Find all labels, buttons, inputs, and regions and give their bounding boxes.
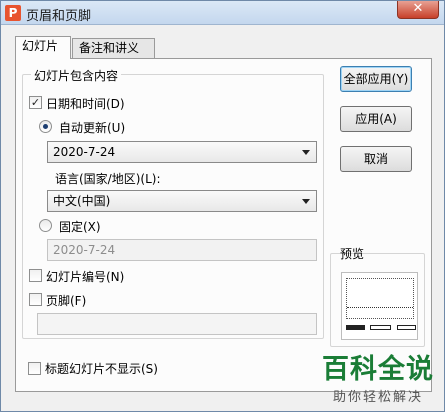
group-legend: 幻灯片包含内容 (31, 67, 122, 84)
language-value: 中文(中国) (53, 194, 111, 208)
cancel-button[interactable]: 取消 (340, 146, 412, 172)
fixed-radio[interactable] (39, 219, 52, 232)
preview-date-placeholder (346, 325, 365, 330)
footer-text-input (37, 313, 317, 335)
auto-update-date-select[interactable]: 2020-7-24 (47, 141, 317, 163)
radio-selected-dot (43, 124, 48, 129)
preview-divider (347, 307, 413, 308)
auto-update-radio[interactable] (39, 120, 52, 133)
tab-panel: 幻灯片包含内容 ✓ 日期和时间(D) 自动更新(U) 2020-7-24 语言(… (15, 58, 432, 392)
window-title: 页眉和页脚 (26, 9, 92, 24)
footer-checkbox[interactable] (29, 293, 42, 306)
slide-number-label: 幻灯片编号(N) (46, 270, 125, 284)
tab-slide[interactable]: 幻灯片 (15, 36, 71, 59)
preview-slide-thumbnail (341, 272, 418, 340)
fixed-date-field: 2020-7-24 (47, 239, 317, 261)
dont-show-on-title-label: 标题幻灯片不显示(S) (45, 362, 158, 376)
preview-label: 预览 (340, 247, 365, 261)
tab-notes-handouts[interactable]: 备注和讲义 (72, 38, 155, 58)
preview-footer-placeholder (370, 325, 391, 330)
slide-contents-group: 幻灯片包含内容 ✓ 日期和时间(D) 自动更新(U) 2020-7-24 语言(… (22, 67, 324, 339)
slide-number-checkbox[interactable] (29, 269, 42, 282)
watermark: 百科全说 助你轻松解决 (322, 354, 434, 406)
chevron-down-icon (302, 150, 310, 155)
language-select[interactable]: 中文(中国) (47, 190, 317, 212)
footer-label: 页脚(F) (46, 294, 87, 308)
title-bar[interactable]: P 页眉和页脚 ✕ (1, 1, 444, 25)
fixed-label: 固定(X) (59, 220, 101, 234)
fixed-date-value: 2020-7-24 (53, 243, 116, 257)
checkmark-icon: ✓ (30, 96, 41, 109)
auto-update-label: 自动更新(U) (59, 121, 126, 135)
watermark-title: 百科全说 (322, 354, 434, 385)
preview-content-area (346, 278, 414, 319)
language-label: 语言(国家/地区)(L): (55, 172, 161, 186)
preview-box (330, 253, 425, 347)
preview-number-placeholder (397, 325, 416, 330)
date-time-label: 日期和时间(D) (46, 97, 125, 111)
watermark-subtitle: 助你轻松解决 (332, 390, 423, 405)
close-button[interactable]: ✕ (397, 1, 439, 19)
apply-button[interactable]: 应用(A) (340, 106, 412, 132)
apply-all-button[interactable]: 全部应用(Y) (340, 66, 412, 92)
close-icon: ✕ (412, 1, 424, 16)
dont-show-on-title-checkbox[interactable] (28, 362, 41, 375)
wps-presentation-icon: P (5, 5, 21, 21)
auto-update-date-value: 2020-7-24 (53, 145, 116, 159)
date-time-checkbox[interactable]: ✓ (29, 96, 42, 109)
chevron-down-icon (302, 199, 310, 204)
dialog-window: P 页眉和页脚 ✕ 幻灯片 备注和讲义 幻灯片包含内容 ✓ 日期和时间(D) 自… (0, 0, 445, 412)
